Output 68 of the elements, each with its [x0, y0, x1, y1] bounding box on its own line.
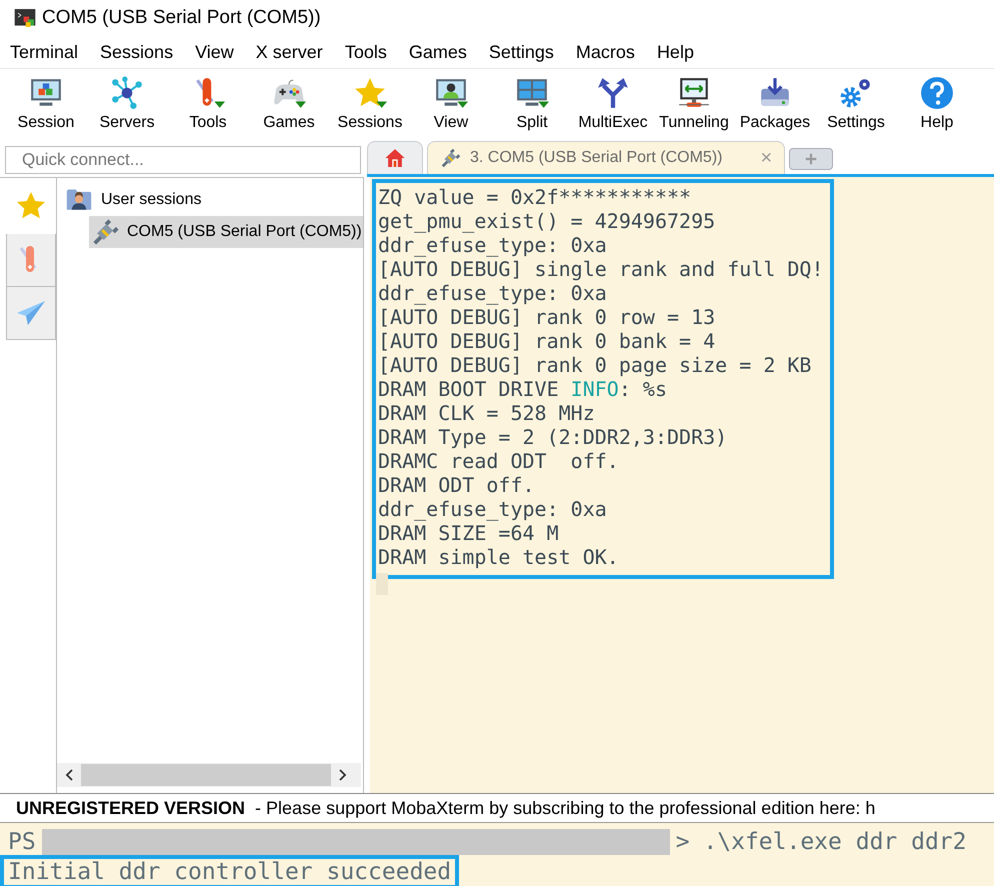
side-tab[interactable] [6, 234, 56, 287]
toolbar-button[interactable]: Help [899, 76, 975, 132]
status-title: UNREGISTERED VERSION [16, 798, 246, 818]
status-message: - Please support MobaXterm by subscribing to the professional edition here: h [255, 798, 876, 818]
side-tab[interactable] [6, 287, 56, 340]
fork-arrow-icon [596, 76, 630, 110]
settings-icon [839, 76, 873, 110]
menu-item[interactable]: Tools [336, 42, 395, 62]
menu-item[interactable]: Help [648, 42, 702, 62]
toolbar-button[interactable]: Games [251, 76, 327, 132]
terminal-line: DRAMC read ODT off. [378, 449, 620, 473]
terminal-line: get_pmu_exist() = 4294967295 [378, 209, 716, 233]
star-icon [353, 76, 387, 110]
plus-icon [804, 152, 818, 166]
console-prompt: PS [8, 829, 36, 855]
terminal-line: [AUTO DEBUG] rank 0 page size = 2 KB [378, 353, 812, 377]
session-tab[interactable]: 3. COM5 (USB Serial Port (COM5)) × [427, 141, 786, 174]
terminal-line: DRAM CLK = 528 MHz [378, 401, 596, 425]
terminal-line: [AUTO DEBUG] rank 0 bank = 4 [378, 329, 716, 353]
menu-item[interactable]: Sessions [92, 42, 182, 62]
toolbar-button[interactable]: Tunneling [656, 76, 732, 132]
toolbar-button[interactable]: MultiExec [575, 76, 651, 132]
console-command: > .\xfel.exe ddr ddr2 [676, 829, 966, 855]
terminal-line: DRAM ODT off. [378, 473, 536, 497]
new-tab-button[interactable] [789, 148, 834, 170]
network-icon [110, 76, 144, 110]
quick-connect-field[interactable]: Quick connect... [5, 146, 361, 174]
toolbar-button[interactable]: Tools [170, 76, 246, 132]
menu-item[interactable]: X server [248, 42, 331, 62]
tunnel-monitor-icon [677, 76, 711, 110]
terminal-line: DRAM simple test OK. [378, 545, 620, 569]
toolbar-button[interactable]: Servers [89, 76, 165, 132]
terminal-line: [AUTO DEBUG] rank 0 row = 13 [378, 305, 716, 329]
toolbar-button[interactable]: Split [494, 76, 570, 132]
menu-item[interactable]: Macros [568, 42, 643, 62]
terminal-line: ddr_efuse_type: 0xa [378, 497, 608, 521]
cursor [376, 573, 388, 595]
user-folder-icon [65, 187, 93, 213]
plug-icon [91, 217, 121, 247]
terminal-line: DRAM SIZE =64 M [378, 521, 560, 545]
terminal-line: ddr_efuse_type: 0xa [378, 233, 608, 257]
terminal-line: ddr_efuse_type: 0xa [378, 281, 608, 305]
split-monitor-icon [515, 76, 549, 110]
window-title: COM5 (USB Serial Port (COM5)) [42, 7, 321, 29]
console-output: Initial ddr controller succeeded [0, 855, 460, 886]
help-icon [920, 76, 954, 110]
session-item[interactable]: COM5 (USB Serial Port (COM5)) [89, 216, 363, 248]
terminal-line: [AUTO DEBUG] single rank and full DQ! [378, 257, 824, 281]
toolbar-button[interactable]: Packages [737, 76, 813, 132]
plug-icon [440, 147, 462, 169]
app-icon [14, 7, 36, 29]
house-icon [384, 147, 406, 169]
toolbar-button[interactable]: Session [8, 76, 84, 132]
menu-item[interactable]: Games [400, 42, 475, 62]
home-tab[interactable] [367, 141, 423, 174]
scrollbar-thumb[interactable] [81, 764, 331, 786]
tree-folder[interactable]: User sessions [57, 184, 363, 216]
user-monitor-icon [434, 76, 468, 110]
terminal-line: DRAM BOOT DRIVE INFO: %s [378, 377, 668, 401]
horizontal-scrollbar[interactable] [57, 763, 361, 787]
toolbar-button[interactable]: View [413, 76, 489, 132]
terminal-line: ZQ value = 0x2f*********** [378, 185, 692, 209]
menu-item[interactable]: Terminal [2, 42, 86, 62]
menu-item[interactable]: View [187, 42, 242, 62]
toolbar-button[interactable]: Sessions [332, 76, 408, 132]
terminal-line: DRAM Type = 2 (2:DDR2,3:DDR3) [378, 425, 728, 449]
toolbar-button[interactable]: Settings [818, 76, 894, 132]
menu-item[interactable]: Settings [480, 42, 562, 62]
